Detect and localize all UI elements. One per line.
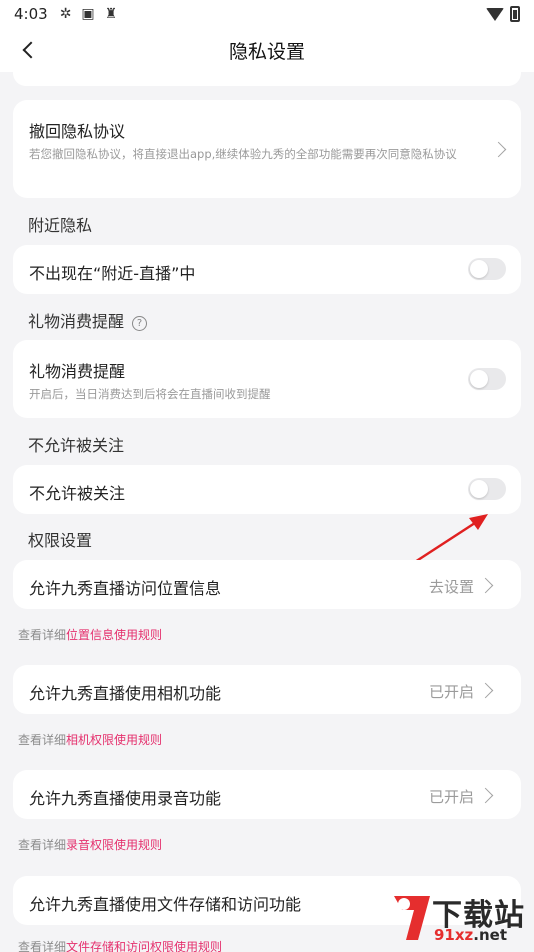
permission-location-label: 允许九秀直播访问位置信息 [29, 579, 222, 598]
note-prefix: 查看详细 [18, 940, 67, 952]
permission-camera-note: 查看详细相机权限使用规则 [18, 731, 162, 748]
help-icon[interactable]: ? [132, 316, 148, 331]
permission-storage-note: 查看详细文件存储和访问权限使用规则 [18, 938, 222, 952]
permission-location-item[interactable]: 允许九秀直播访问位置信息 去设置 [13, 560, 521, 609]
section-disallow-follow: 不允许被关注 [28, 436, 125, 455]
permission-camera-item[interactable]: 允许九秀直播使用相机功能 已开启 [13, 665, 521, 714]
permission-location-note: 查看详细位置信息使用规则 [18, 626, 162, 643]
withdraw-privacy-title: 撤回隐私协议 [29, 122, 126, 141]
permission-camera-label: 允许九秀直播使用相机功能 [29, 684, 222, 703]
watermark-logo-icon [394, 896, 430, 940]
disallow-follow-label: 不允许被关注 [29, 484, 126, 503]
chevron-right-icon [477, 787, 494, 804]
withdraw-privacy-desc: 若您撤回隐私协议，将直接退出app,继续体验九秀的全部功能需要再次同意隐私协议 [29, 147, 457, 161]
scrolled-card [13, 60, 521, 86]
chevron-right-icon [477, 682, 494, 699]
note-prefix: 查看详细 [18, 628, 67, 642]
gift-reminder-desc: 开启后，当日消费达到后将会在直播间收到提醒 [29, 387, 271, 401]
nearby-hide-item: 不出现在“附近-直播”中 [13, 245, 521, 294]
permission-storage-label: 允许九秀直播使用文件存储和访问功能 [29, 895, 302, 914]
permission-audio-item[interactable]: 允许九秀直播使用录音功能 已开启 [13, 770, 521, 819]
section-permissions: 权限设置 [28, 531, 93, 550]
disallow-follow-toggle[interactable] [468, 478, 506, 500]
status-bar: 4:03 ✲ ▣ ♜ [0, 0, 534, 28]
audio-rules-link[interactable]: 录音权限使用规则 [66, 838, 162, 852]
chevron-right-icon [477, 577, 494, 594]
section-gift-reminder: 礼物消费提醒? [28, 308, 148, 332]
wifi-icon [486, 7, 504, 21]
gift-reminder-toggle[interactable] [468, 368, 506, 390]
gift-reminder-item: 礼物消费提醒 开启后，当日消费达到后将会在直播间收到提醒 [13, 340, 521, 418]
gift-reminder-label: 礼物消费提醒 [29, 362, 126, 381]
chevron-right-icon [490, 141, 507, 158]
a-badge-icon: ▣ [81, 6, 95, 22]
note-prefix: 查看详细 [18, 733, 67, 747]
battery-icon [510, 6, 520, 22]
nearby-hide-label: 不出现在“附近-直播”中 [29, 264, 196, 283]
watermark-url-b: .net [473, 926, 508, 944]
permission-camera-status: 已开启 [429, 683, 475, 701]
camera-rules-link[interactable]: 相机权限使用规则 [66, 733, 162, 747]
aperture-icon: ✲ [59, 6, 72, 22]
note-prefix: 查看详细 [18, 838, 67, 852]
status-time: 4:03 [14, 5, 48, 23]
storage-rules-link[interactable]: 文件存储和访问权限使用规则 [66, 940, 222, 952]
permission-audio-status: 已开启 [429, 788, 475, 806]
watermark-url: 91xz.net [434, 926, 507, 944]
watermark-url-a: 91xz [434, 926, 474, 944]
chevron-left-icon [22, 41, 40, 59]
permission-audio-label: 允许九秀直播使用录音功能 [29, 789, 222, 808]
nearby-hide-toggle[interactable] [468, 258, 506, 280]
withdraw-privacy-item[interactable]: 撤回隐私协议 若您撤回隐私协议，将直接退出app,继续体验九秀的全部功能需要再次… [13, 100, 521, 198]
broom-icon: ♜ [104, 6, 118, 22]
section-gift-reminder-label: 礼物消费提醒 [28, 312, 125, 331]
permission-location-status: 去设置 [429, 578, 475, 596]
section-nearby-privacy: 附近隐私 [28, 216, 93, 235]
site-watermark: 下载站 91xz.net [388, 886, 534, 952]
permission-audio-note: 查看详细录音权限使用规则 [18, 836, 162, 853]
location-rules-link[interactable]: 位置信息使用规则 [66, 628, 162, 642]
